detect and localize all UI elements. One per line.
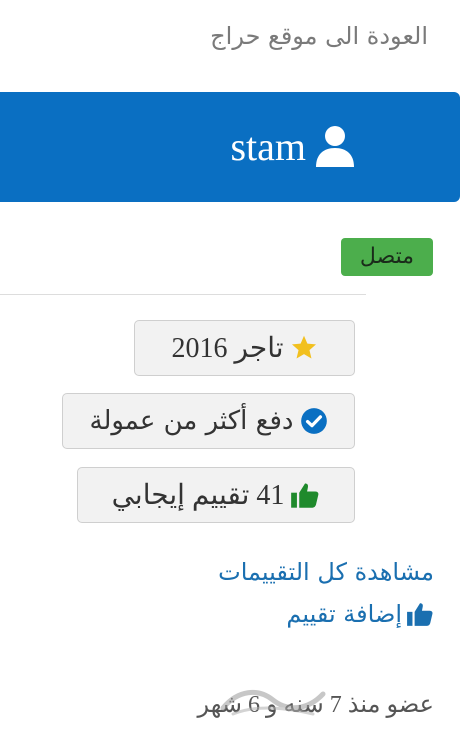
- thumbs-up-icon: [406, 601, 434, 627]
- merchant-badge: تاجر 2016: [134, 320, 355, 376]
- online-status-badge: متصل: [341, 238, 433, 276]
- view-all-ratings-link[interactable]: مشاهدة كل التقييمات: [218, 558, 434, 586]
- star-icon: [290, 334, 318, 362]
- merchant-badge-label: تاجر 2016: [171, 333, 284, 364]
- watermark-logo: [220, 690, 326, 716]
- commission-badge-label: دفع أكثر من عمولة: [89, 406, 294, 436]
- divider: [0, 294, 366, 295]
- check-circle-icon: [300, 407, 328, 435]
- positive-ratings-badge: 41 تقييم إيجابي: [77, 467, 355, 523]
- add-rating-link[interactable]: إضافة تقييم: [286, 600, 434, 628]
- thumbs-up-icon: [290, 481, 320, 509]
- positive-ratings-label: 41 تقييم إيجابي: [111, 480, 285, 511]
- back-to-haraj-link[interactable]: العودة الى موقع حراج: [210, 22, 428, 50]
- user-icon: [316, 126, 354, 167]
- add-rating-label: إضافة تقييم: [286, 600, 402, 628]
- username: stam: [230, 124, 306, 169]
- commission-badge: دفع أكثر من عمولة: [62, 393, 355, 449]
